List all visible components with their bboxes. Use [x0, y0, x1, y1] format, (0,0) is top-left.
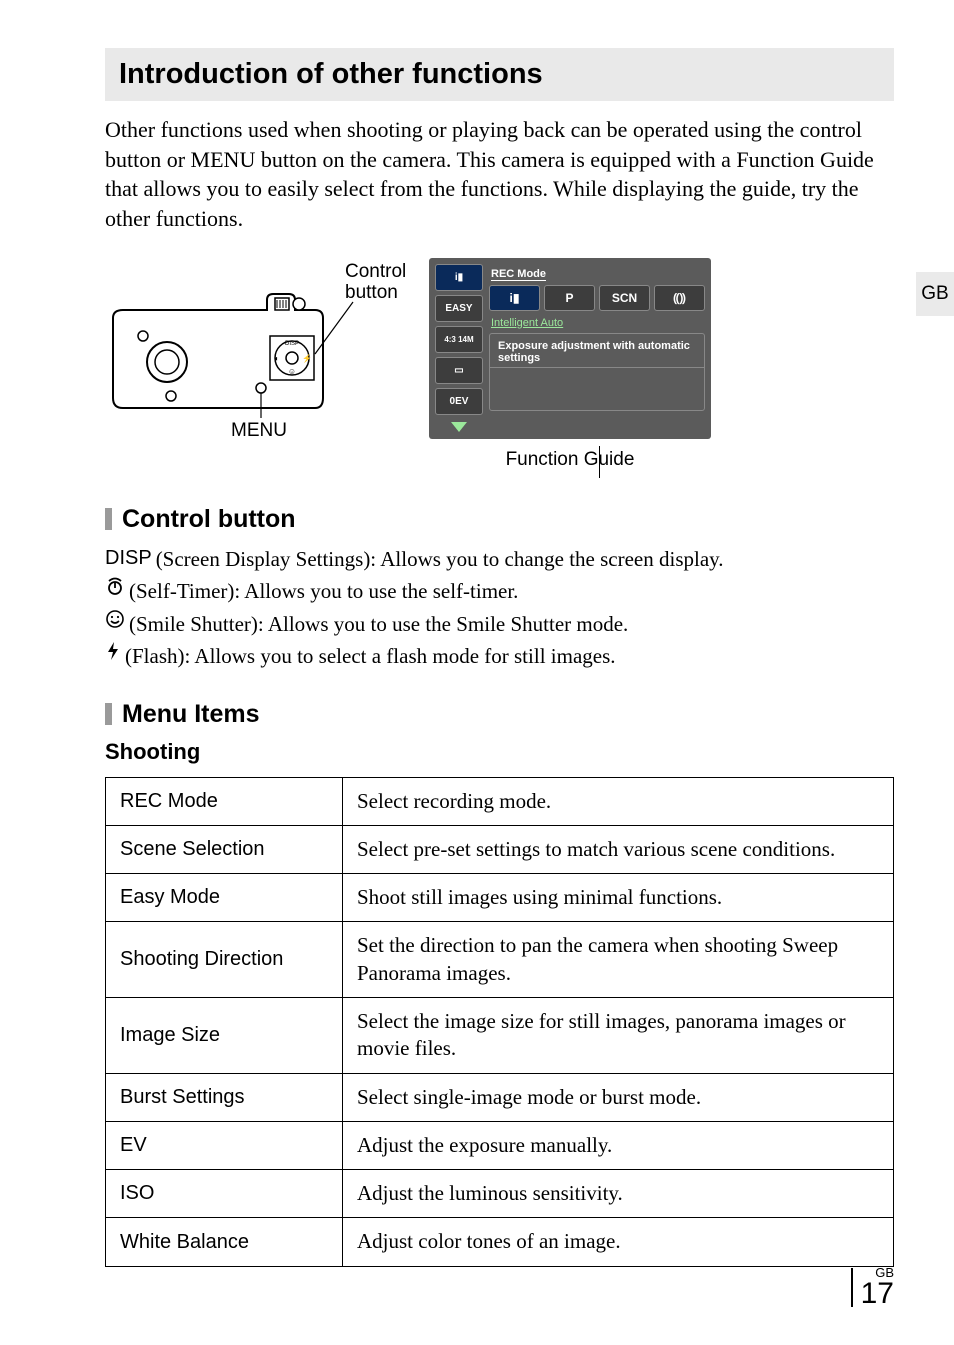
subhead-bar-icon: [105, 508, 112, 530]
menu-item-desc: Set the direction to pan the camera when…: [343, 922, 894, 998]
menu-item-desc: Adjust the exposure manually.: [343, 1121, 894, 1169]
page-footer: GB 17: [861, 1266, 894, 1309]
table-row: Scene SelectionSelect pre-set settings t…: [106, 825, 894, 873]
pointer-line: [599, 446, 600, 478]
menu-item-desc: Shoot still images using minimal functio…: [343, 874, 894, 922]
disp-label: DISP: [105, 544, 152, 573]
cb-row-text: (Flash): Allows you to select a flash mo…: [125, 641, 616, 671]
menu-item-name: Easy Mode: [106, 874, 343, 922]
menu-item-name: White Balance: [106, 1218, 343, 1266]
subhead-menu-items: Menu Items: [105, 700, 894, 729]
table-row: Easy ModeShoot still images using minima…: [106, 874, 894, 922]
menu-item-name: Image Size: [106, 997, 343, 1073]
screen-guide-box: Exposure adjustment with automatic setti…: [489, 333, 705, 411]
svg-text:DISP: DISP: [285, 341, 299, 347]
intro-paragraph: Other functions used when shooting or pl…: [105, 115, 894, 234]
menu-item-name: Burst Settings: [106, 1073, 343, 1121]
screen-left-tile: EASY: [435, 295, 483, 322]
menu-item-desc: Select the image size for still images, …: [343, 997, 894, 1073]
function-guide-caption: Function Guide: [429, 449, 711, 471]
control-button-caption: Control button: [345, 262, 406, 304]
screen-intelligent-auto: Intelligent Auto: [491, 317, 705, 329]
cb-row-smile: (Smile Shutter): Allows you to use the S…: [105, 609, 894, 639]
control-button-list: DISP (Screen Display Settings): Allows y…: [105, 544, 894, 672]
screen-left-tile: 0EV: [435, 388, 483, 415]
cb-row-text: (Smile Shutter): Allows you to use the S…: [129, 609, 628, 639]
table-row: EVAdjust the exposure manually.: [106, 1121, 894, 1169]
flash-icon: [105, 641, 121, 661]
menu-item-desc: Adjust color tones of an image.: [343, 1218, 894, 1266]
menu-item-name: REC Mode: [106, 777, 343, 825]
self-timer-icon: [105, 576, 125, 596]
screen-mode-tab: ⸨⸩: [654, 285, 705, 311]
table-row: ISOAdjust the luminous sensitivity.: [106, 1170, 894, 1218]
screen-mode-tab: SCN: [599, 285, 650, 311]
page-title-bar: Introduction of other functions: [105, 48, 894, 101]
cb-row-text: (Self-Timer): Allows you to use the self…: [129, 576, 518, 606]
table-row: Image SizeSelect the image size for stil…: [106, 997, 894, 1073]
screen-left-tile: i▮: [435, 264, 483, 291]
menu-item-name: Shooting Direction: [106, 922, 343, 998]
menu-item-desc: Adjust the luminous sensitivity.: [343, 1170, 894, 1218]
svg-text:◐: ◐: [275, 354, 280, 363]
screen-mode-tab: i▮: [489, 285, 540, 311]
table-row: White BalanceAdjust color tones of an im…: [106, 1218, 894, 1266]
figure-screen: i▮ EASY 4:3 14M ▭ 0EV REC Mode i▮ P SCN: [429, 258, 711, 471]
cb-row-disp: DISP (Screen Display Settings): Allows y…: [105, 544, 894, 574]
footer-page-number: 17: [861, 1277, 894, 1310]
menu-items-table: REC ModeSelect recording mode.Scene Sele…: [105, 777, 894, 1267]
screen-mode-tab: P: [544, 285, 595, 311]
menu-item-desc: Select pre-set settings to match various…: [343, 825, 894, 873]
figure-camera: Control button MENU: [105, 258, 405, 448]
menu-caption: MENU: [231, 420, 287, 442]
menu-item-name: EV: [106, 1121, 343, 1169]
page-title: Introduction of other functions: [119, 58, 880, 91]
svg-text:☺: ☺: [288, 367, 296, 376]
menu-item-desc: Select recording mode.: [343, 777, 894, 825]
table-row: Burst SettingsSelect single-image mode o…: [106, 1073, 894, 1121]
table-row: REC ModeSelect recording mode.: [106, 777, 894, 825]
screen-guide-text: Exposure adjustment with automatic setti…: [490, 334, 704, 368]
menu-category-shooting: Shooting: [105, 739, 894, 765]
menu-item-name: Scene Selection: [106, 825, 343, 873]
cb-row-timer: (Self-Timer): Allows you to use the self…: [105, 576, 894, 606]
smile-shutter-icon: [105, 609, 125, 629]
menu-item-desc: Select single-image mode or burst mode.: [343, 1073, 894, 1121]
screen-left-tile: ▭: [435, 357, 483, 384]
table-row: Shooting DirectionSet the direction to p…: [106, 922, 894, 998]
screen-rec-mode-label: REC Mode: [491, 268, 546, 281]
subhead-bar-icon: [105, 703, 112, 725]
subhead-control-button: Control button: [105, 505, 894, 534]
down-arrow-icon: [451, 422, 467, 432]
screen-left-tile: 4:3 14M: [435, 326, 483, 353]
cb-row-text: (Screen Display Settings): Allows you to…: [156, 544, 724, 574]
menu-item-name: ISO: [106, 1170, 343, 1218]
cb-row-flash: (Flash): Allows you to select a flash mo…: [105, 641, 894, 671]
svg-text:⚡: ⚡: [302, 353, 312, 363]
